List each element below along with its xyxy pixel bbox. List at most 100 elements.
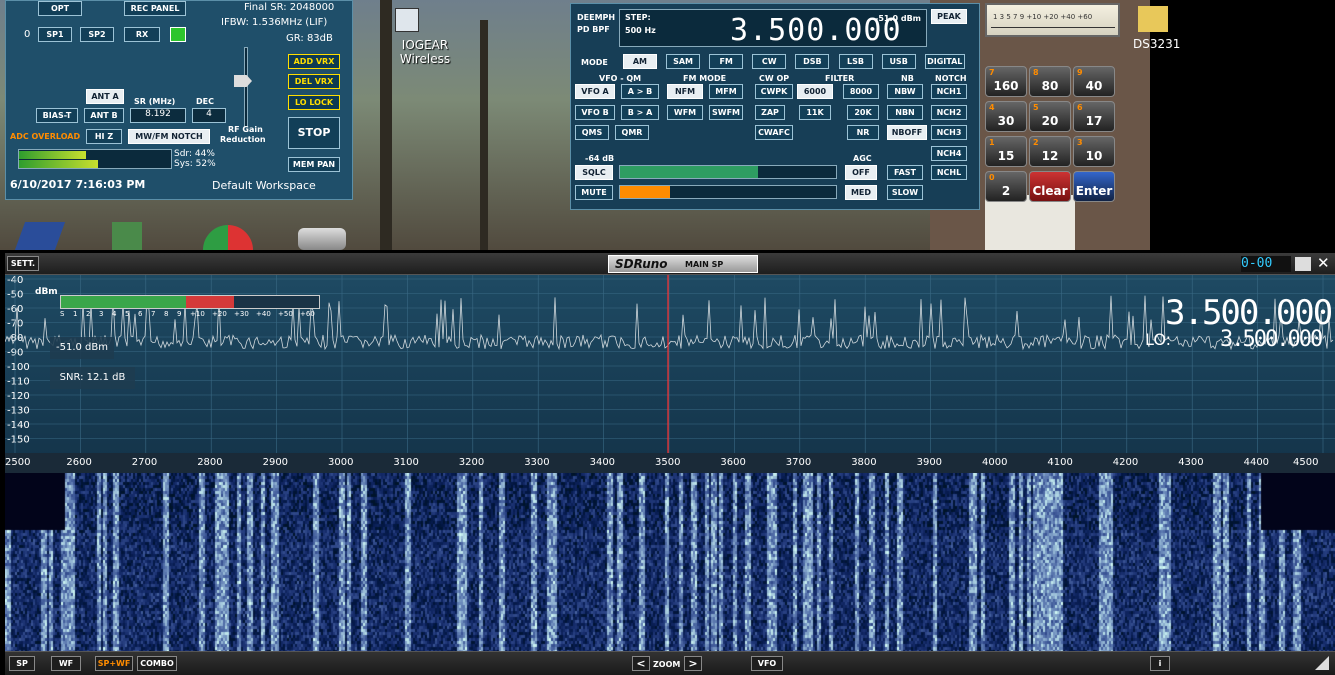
frequency-display[interactable]: STEP: 500 Hz 3.500.000 -51.0 dBm (619, 9, 927, 48)
key-2[interactable]: 02 (985, 171, 1027, 202)
mw-fm-notch-button[interactable]: MW/FM NOTCH (128, 129, 210, 144)
filter-8000-button[interactable]: 8000 (843, 84, 879, 99)
dec-value[interactable]: 4 (192, 108, 226, 123)
mute-button[interactable]: MUTE (575, 185, 613, 200)
mode-fm-button[interactable]: FM (709, 54, 744, 69)
mfm-button[interactable]: MFM (709, 84, 743, 99)
b-to-a-button[interactable]: B > A (621, 105, 659, 120)
opt-button[interactable]: OPT (38, 1, 82, 16)
key-17[interactable]: 6 17 (1073, 101, 1115, 132)
wfm-button[interactable]: WFM (667, 105, 703, 120)
sr-value[interactable]: 8.192 (130, 108, 186, 123)
sp-button[interactable]: SP (9, 656, 35, 671)
nr-button[interactable]: NR (847, 125, 879, 140)
info-button[interactable]: i (1150, 656, 1170, 671)
cwafc-button[interactable]: CWAFC (755, 125, 793, 140)
swfm-button[interactable]: SWFM (709, 105, 743, 120)
spectrum-display[interactable]: -40 -50 -60 -70 -80 -90 -100 -110 -120 -130 -140 -1… (5, 275, 1335, 463)
mode-usb-button[interactable]: USB (881, 54, 916, 69)
close-icon[interactable]: ✕ (1317, 254, 1330, 272)
chrome-icon[interactable] (203, 225, 253, 250)
filter-11k-button[interactable]: 11K (799, 105, 831, 120)
mode-lsb-button[interactable]: LSB (838, 54, 873, 69)
vfo-a-button[interactable]: VFO A (575, 84, 615, 99)
zoom-out-button[interactable]: < (632, 656, 650, 671)
qms-button[interactable]: QMS (575, 125, 609, 140)
squelch-bar[interactable] (619, 165, 837, 179)
sp1-button[interactable]: SP1 (38, 27, 72, 42)
waterfall-canvas (5, 473, 1335, 651)
app-icon[interactable] (14, 222, 66, 250)
tree-trunk (480, 20, 488, 250)
add-vrx-button[interactable]: ADD VRX (288, 54, 340, 69)
nch3-button[interactable]: NCH3 (931, 125, 967, 140)
nbw-button[interactable]: NBW (887, 84, 923, 99)
nbn-button[interactable]: NBN (887, 105, 923, 120)
sp-wf-button[interactable]: SP+WF (95, 656, 133, 671)
peak-button[interactable]: PEAK (931, 9, 967, 24)
iogear-icon[interactable] (395, 8, 419, 32)
agc-slow-button[interactable]: SLOW (887, 185, 923, 200)
rx-button[interactable]: RX (124, 27, 160, 42)
ant-b-button[interactable]: ANT B (84, 108, 124, 123)
lo-lock-button[interactable]: LO LOCK (288, 95, 340, 110)
agc-med-button[interactable]: MED (845, 185, 877, 200)
drive-icon[interactable] (298, 228, 346, 250)
mode-cw-button[interactable]: CW (752, 54, 787, 69)
key-clear[interactable]: Clear (1029, 171, 1071, 202)
key-enter[interactable]: Enter (1073, 171, 1115, 202)
filter-20k-button[interactable]: 20K (847, 105, 879, 120)
wf-button[interactable]: WF (51, 656, 81, 671)
qmr-button[interactable]: QMR (615, 125, 649, 140)
combo-button[interactable]: COMBO (137, 656, 177, 671)
vfo-button[interactable]: VFO (751, 656, 783, 671)
nchl-button[interactable]: NCHL (931, 165, 967, 180)
mode-am-button[interactable]: AM (622, 54, 657, 69)
cwpk-button[interactable]: CWPK (755, 84, 793, 99)
filter-6000-button[interactable]: 6000 (797, 84, 833, 99)
frequency-axis[interactable]: 2500 2600 2700 2800 2900 3000 3100 3200 3300 3400… (5, 453, 1335, 473)
settings-button[interactable]: SETT. (7, 256, 39, 271)
nch4-button[interactable]: NCH4 (931, 146, 967, 161)
a-to-b-button[interactable]: A > B (621, 84, 659, 99)
zoom-in-button[interactable]: > (684, 656, 702, 671)
key-20[interactable]: 5 20 (1029, 101, 1071, 132)
key-12[interactable]: 2 12 (1029, 136, 1071, 167)
mode-digital-button[interactable]: DIGITAL (924, 54, 965, 69)
bias-t-button[interactable]: BIAS-T (36, 108, 78, 123)
mode-dsb-button[interactable]: DSB (795, 54, 830, 69)
shield-icon[interactable] (112, 222, 142, 250)
nboff-button[interactable]: NBOFF (887, 125, 927, 140)
key-40[interactable]: 9 40 (1073, 66, 1115, 97)
del-vrx-button[interactable]: DEL VRX (288, 74, 340, 89)
spectrum-titlebar[interactable]: SETT. SDRuno MAIN SP 0-00 ✕ (5, 253, 1335, 275)
folder-icon[interactable] (1138, 6, 1168, 32)
vfo-b-button[interactable]: VFO B (575, 105, 615, 120)
waterfall-display[interactable] (5, 473, 1335, 651)
nch1-button[interactable]: NCH1 (931, 84, 967, 99)
rf-gain-slider-handle[interactable] (234, 75, 252, 87)
rf-gain-slider-track[interactable] (244, 47, 248, 127)
agc-fast-button[interactable]: FAST (887, 165, 923, 180)
agc-off-button[interactable]: OFF (845, 165, 877, 180)
key-10[interactable]: 3 10 (1073, 136, 1115, 167)
ant-a-button[interactable]: ANT A (86, 89, 124, 104)
stop-button[interactable]: STOP (288, 117, 340, 149)
key-80[interactable]: 8 80 (1029, 66, 1071, 97)
minimize-icon[interactable] (1295, 257, 1311, 271)
hi-z-button[interactable]: HI Z (86, 129, 122, 144)
zap-button[interactable]: ZAP (755, 105, 785, 120)
nfm-button[interactable]: NFM (667, 84, 703, 99)
mode-sam-button[interactable]: SAM (666, 54, 701, 69)
rec-panel-button[interactable]: REC PANEL (124, 1, 186, 16)
sqlc-button[interactable]: SQLC (575, 165, 613, 180)
volume-bar[interactable] (619, 185, 837, 199)
s-scale-tick: 8 (164, 310, 169, 318)
mem-pan-button[interactable]: MEM PAN (288, 157, 340, 172)
resize-icon[interactable] (1315, 656, 1329, 670)
sp2-button[interactable]: SP2 (80, 27, 114, 42)
key-15[interactable]: 1 15 (985, 136, 1027, 167)
key-30[interactable]: 4 30 (985, 101, 1027, 132)
key-160[interactable]: 7 160 (985, 66, 1027, 97)
nch2-button[interactable]: NCH2 (931, 105, 967, 120)
